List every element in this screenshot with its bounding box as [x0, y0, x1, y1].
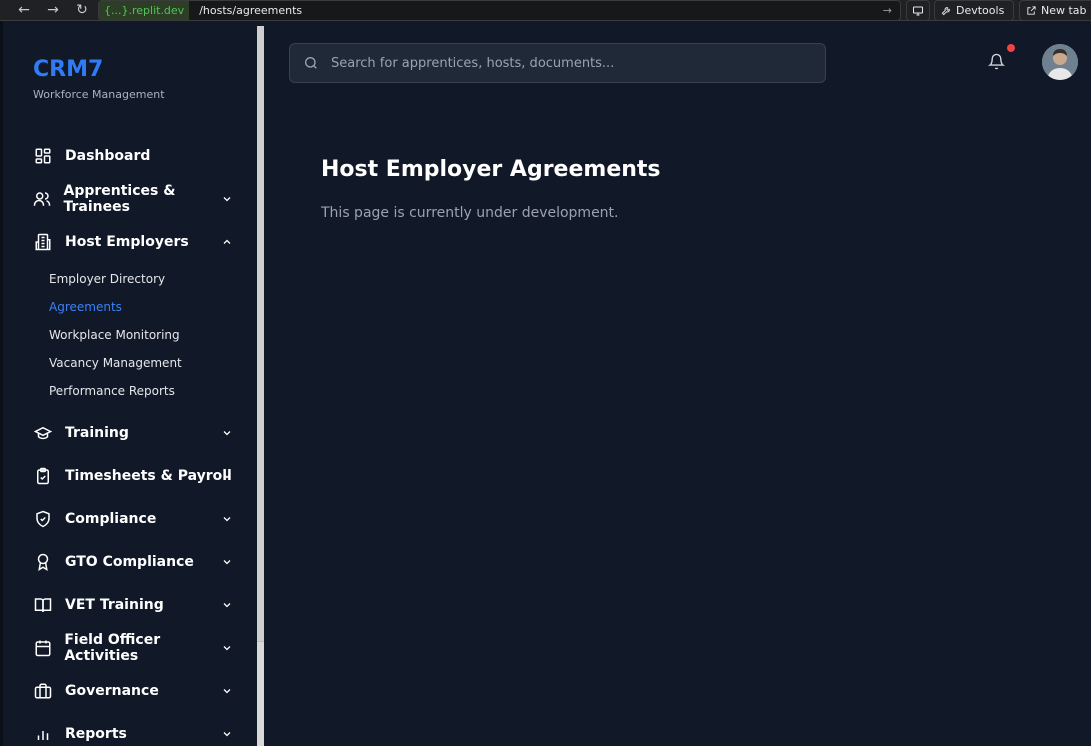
chevron-down-icon [223, 603, 231, 608]
sidebar-item-label: Reports [65, 726, 127, 742]
browser-toolbar: ← → ↻ {...}.replit.dev /hosts/agreements… [0, 0, 1091, 21]
sidebar-item-label: Timesheets & Payroll [65, 468, 232, 484]
sidebar-item-host-employers[interactable]: Host Employers [33, 230, 233, 254]
chevron-up-icon [223, 239, 231, 244]
subitem-workplace-monitoring[interactable]: Workplace Monitoring [49, 328, 180, 342]
devtools-button[interactable]: Devtools [934, 0, 1014, 21]
sidebar-item-dashboard[interactable]: Dashboard [33, 144, 233, 168]
brand-subtitle: Workforce Management [33, 88, 165, 101]
users-icon [33, 189, 52, 209]
sidebar-item-label: VET Training [65, 597, 164, 613]
chevron-down-icon [223, 732, 231, 737]
sidebar-item-gto-compliance[interactable]: GTO Compliance [33, 550, 233, 574]
award-icon [33, 552, 53, 572]
sidebar-item-label: Apprentices & Trainees [63, 183, 176, 215]
subitem-vacancy-management[interactable]: Vacancy Management [49, 356, 182, 370]
notification-badge [1007, 44, 1015, 52]
graduation-cap-icon [33, 423, 53, 443]
sidebar-item-training[interactable]: Training [33, 421, 233, 445]
subitem-performance-reports[interactable]: Performance Reports [49, 384, 175, 398]
device-button[interactable] [906, 0, 930, 21]
scrollbar-thumb[interactable] [257, 26, 264, 642]
search-input[interactable] [331, 55, 801, 71]
sidebar-item-label: Host Employers [65, 234, 189, 250]
page-description: This page is currently under development… [321, 205, 619, 221]
url-domain: {...}.replit.dev [99, 1, 190, 20]
monitor-icon [913, 6, 923, 15]
wrench-icon [941, 7, 950, 16]
main-content: Host Employer Agreements This page is cu… [264, 26, 1091, 746]
sidebar-item-compliance[interactable]: Compliance [33, 507, 233, 531]
external-link-icon [1027, 6, 1036, 15]
address-bar[interactable]: {...}.replit.dev /hosts/agreements → [98, 0, 901, 21]
back-icon[interactable]: ← [12, 0, 36, 21]
sidebar-item-vet-training[interactable]: VET Training [33, 593, 233, 617]
sidebar-item-timesheets[interactable]: Timesheets & Payroll [33, 464, 233, 488]
chevron-down-icon [223, 197, 231, 202]
sidebar-item-label: Compliance [65, 511, 157, 527]
chevron-down-icon [223, 517, 231, 522]
book-open-icon [33, 595, 53, 615]
bell-icon [987, 53, 1006, 70]
chevron-down-icon [223, 646, 231, 651]
new-tab-label: New tab [1041, 4, 1087, 17]
notifications-button[interactable] [987, 53, 1006, 74]
go-arrow-icon[interactable]: → [883, 4, 892, 17]
brand-logo[interactable]: CRM7 [33, 57, 103, 82]
clipboard-check-icon [33, 466, 53, 486]
sidebar-item-field-officer[interactable]: Field Officer Activities [33, 632, 233, 664]
chevron-down-icon [223, 474, 231, 479]
sidebar-item-governance[interactable]: Governance [33, 679, 233, 703]
new-tab-button[interactable]: New tab [1019, 0, 1091, 21]
shield-check-icon [33, 509, 53, 529]
avatar[interactable] [1042, 44, 1078, 80]
building-icon [33, 232, 53, 252]
chevron-down-icon [223, 431, 231, 436]
page-title: Host Employer Agreements [321, 157, 661, 182]
chevron-down-icon [223, 560, 231, 565]
devtools-label: Devtools [956, 4, 1005, 17]
search-icon [303, 55, 319, 71]
sidebar-item-apprentices[interactable]: Apprentices & Trainees [33, 183, 233, 215]
url-path: /hosts/agreements [199, 4, 303, 17]
briefcase-icon [33, 681, 53, 701]
sidebar-item-label: Dashboard [65, 148, 151, 164]
sidebar-item-label: Governance [65, 683, 159, 699]
bar-chart-icon [33, 724, 53, 744]
calendar-icon [33, 638, 52, 658]
chevron-down-icon [223, 689, 231, 694]
sidebar-scrollbar[interactable] [257, 26, 264, 746]
sidebar: CRM7 Workforce Management Dashboard Appr… [3, 26, 257, 746]
sidebar-item-label: Field Officer Activities [64, 632, 161, 664]
sidebar-item-reports[interactable]: Reports [33, 722, 233, 746]
sidebar-item-label: Training [65, 425, 129, 441]
subitem-agreements[interactable]: Agreements [49, 300, 122, 314]
dashboard-icon [33, 146, 53, 166]
sidebar-item-label: GTO Compliance [65, 554, 194, 570]
subitem-employer-directory[interactable]: Employer Directory [49, 272, 165, 286]
search-bar[interactable] [289, 43, 826, 83]
reload-icon[interactable]: ↻ [70, 0, 94, 21]
forward-icon[interactable]: → [41, 0, 65, 21]
